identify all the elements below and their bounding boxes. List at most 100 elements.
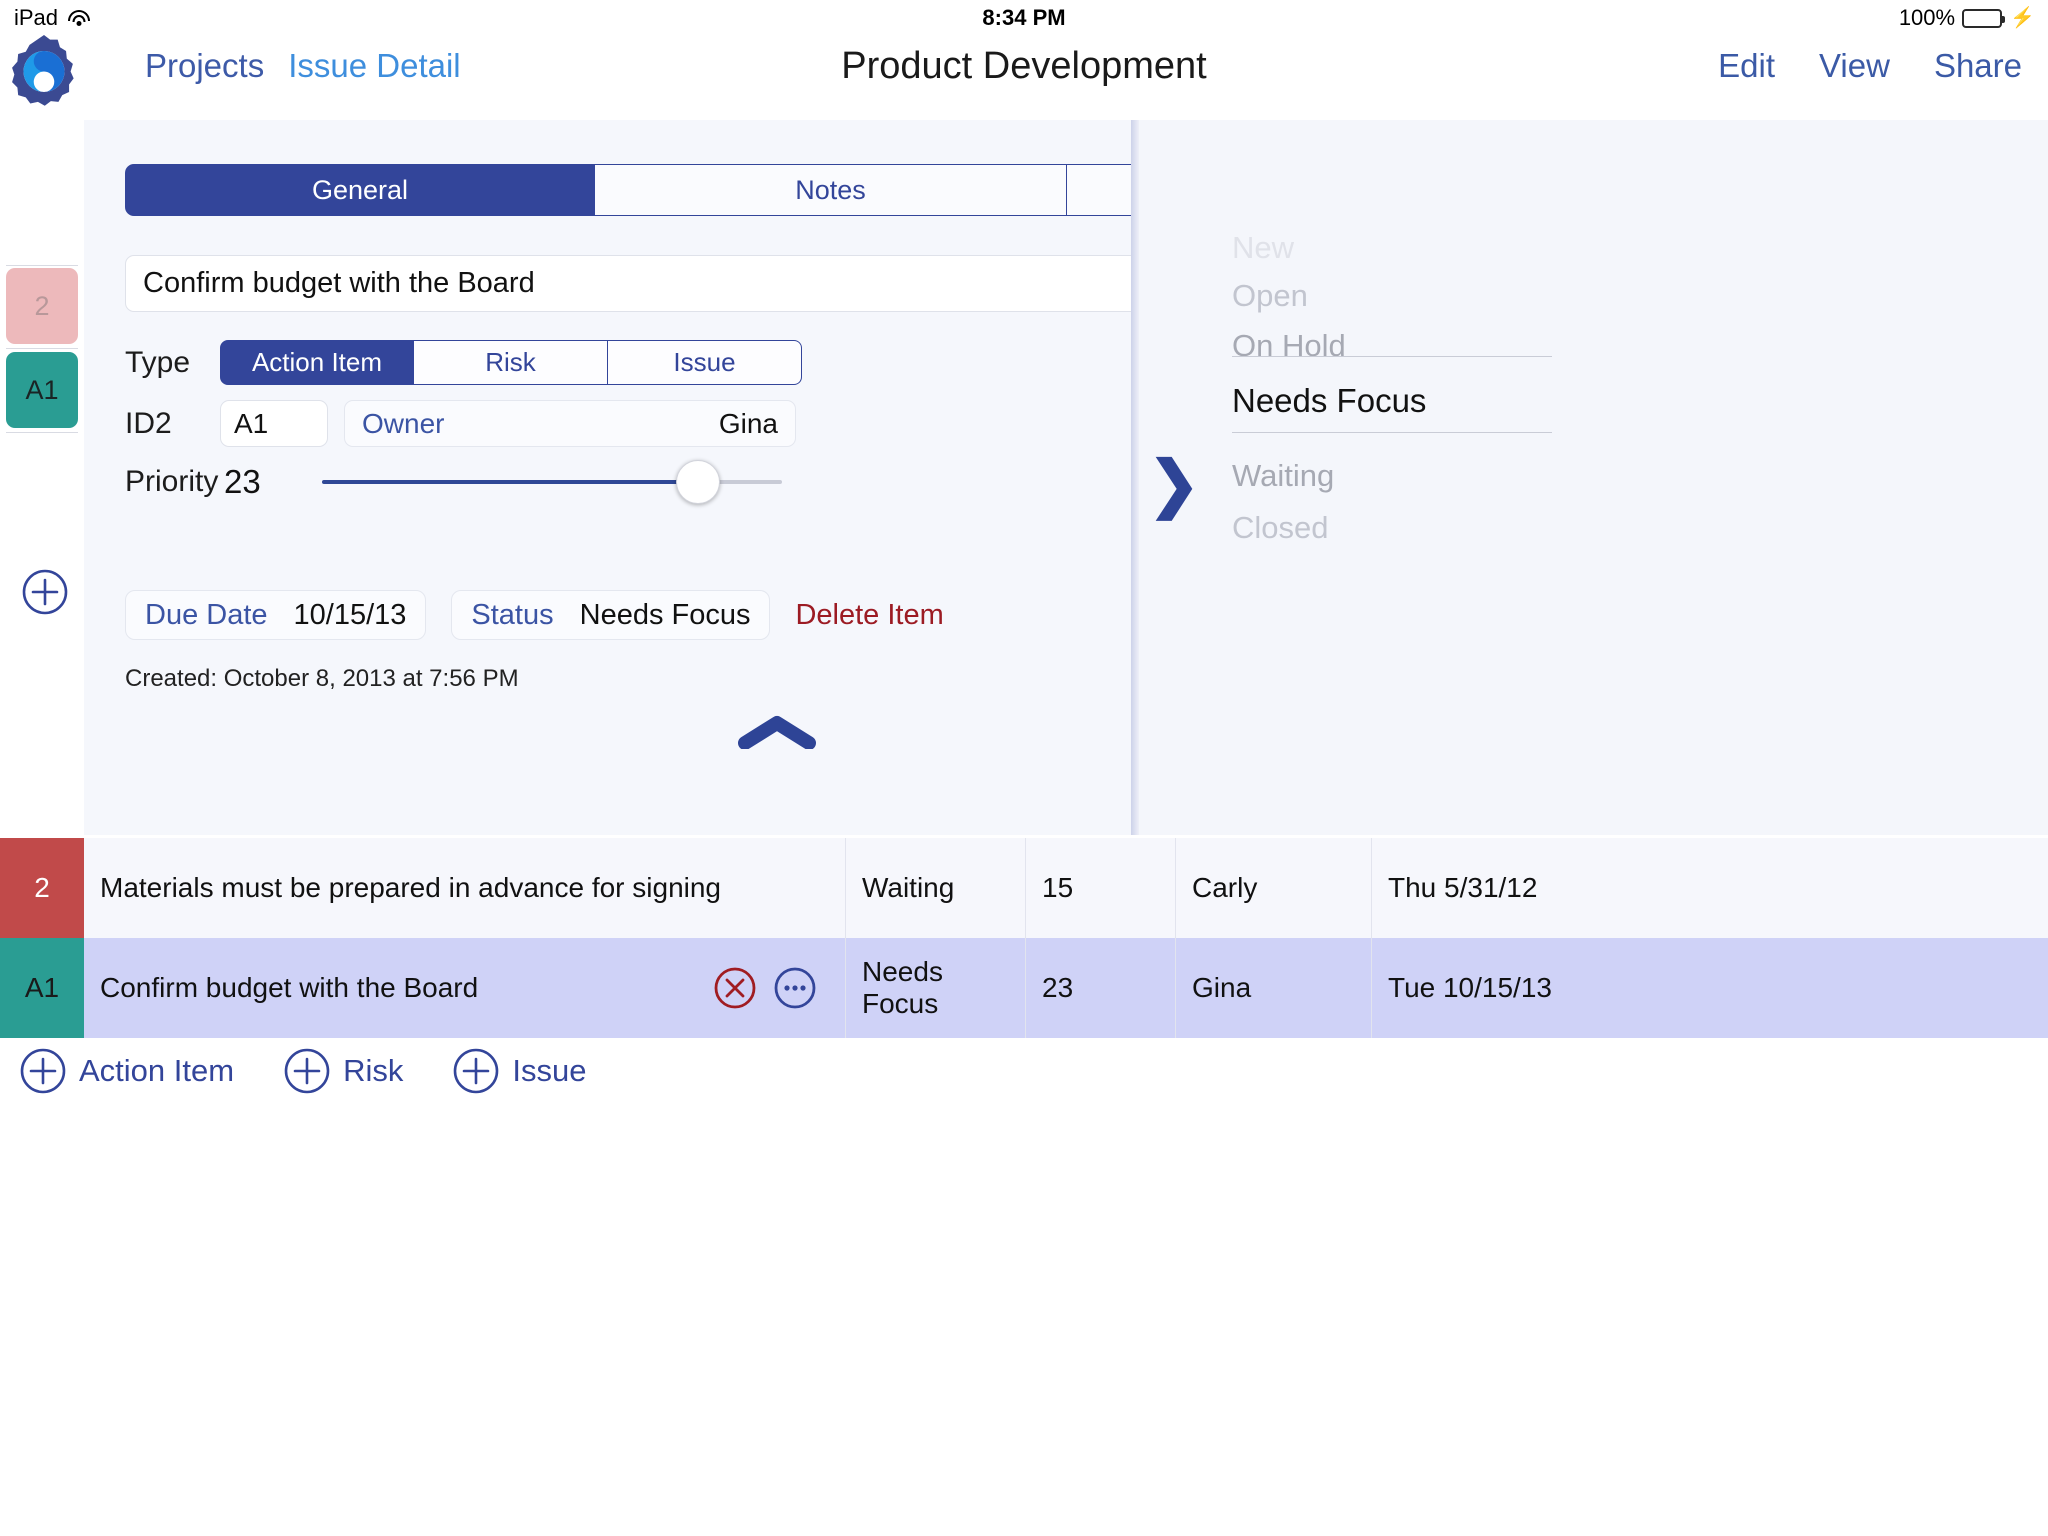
id2-input[interactable]: A1: [220, 400, 328, 447]
status-option-label: New: [1232, 230, 1295, 265]
priority-label: Priority: [125, 465, 219, 498]
nav-actions: Edit View Share: [1718, 47, 2022, 85]
type-option-label: Action Item: [251, 347, 383, 377]
row-title: Confirm budget with the Board: [100, 972, 479, 1003]
row-date: Tue 10/15/13: [1388, 972, 1552, 1003]
issue-title-value: Confirm budget with the Board: [143, 267, 535, 299]
priority-value: 23: [224, 463, 261, 500]
due-date-field[interactable]: Due Date 10/15/13: [125, 590, 427, 640]
row-owner: Carly: [1192, 872, 1258, 903]
add-action-item-button[interactable]: Action Item: [20, 1048, 234, 1094]
due-date-value: 10/15/13: [293, 598, 407, 631]
tab-general-label: General: [311, 174, 409, 205]
add-item-bar: Action Item Risk Issue: [20, 1048, 586, 1094]
slider-thumb[interactable]: [675, 460, 720, 504]
status-option-on-hold[interactable]: On Hold: [1232, 328, 1552, 364]
chevron-up-handle-icon[interactable]: [737, 715, 817, 749]
type-option-issue[interactable]: Issue: [608, 340, 802, 385]
battery-percent-label: 100%: [1898, 5, 1956, 30]
type-option-risk[interactable]: Risk: [414, 340, 608, 385]
status-option-new[interactable]: New: [1232, 230, 1552, 266]
table-row[interactable]: 2 Materials must be prepared in advance …: [0, 838, 2048, 938]
row-title-cell: Materials must be prepared in advance fo…: [84, 838, 846, 938]
owner-label: Owner: [362, 407, 445, 439]
status-option-label: Closed: [1232, 510, 1329, 545]
row-badge-label: 2: [34, 872, 50, 903]
status-bar-right: 100% ⚡: [1899, 5, 2035, 31]
row-date-cell: Thu 5/31/12: [1372, 838, 2048, 938]
row-priority: 23: [1042, 972, 1074, 1003]
issue-title-input[interactable]: Confirm budget with the Board: [125, 255, 1132, 312]
item-rail: 2 A1: [0, 120, 84, 835]
status-option-needs-focus[interactable]: Needs Focus: [1232, 382, 1552, 420]
status-bar-time: 8:34 PM: [982, 5, 1066, 30]
add-action-item-label: Action Item: [79, 1053, 235, 1088]
ipad-screen: iPad 8:34 PM 100% ⚡ Projects Issue Detai…: [0, 0, 2048, 1536]
add-issue-button[interactable]: Issue: [453, 1048, 586, 1094]
edit-button[interactable]: Edit: [1718, 47, 1775, 85]
status-option-waiting[interactable]: Waiting: [1232, 458, 1552, 494]
type-segmented-control: Action Item Risk Issue: [220, 340, 802, 385]
rail-badge: 2: [6, 268, 78, 344]
row-action-buttons: [713, 966, 817, 1010]
row-priority-cell: 15: [1026, 838, 1176, 938]
rail-badge: A1: [6, 352, 78, 428]
picker-divider-bottom: [1232, 432, 1552, 433]
plus-circle-icon: [454, 1048, 499, 1094]
row-status-cell: Needs Focus: [846, 938, 1026, 1038]
share-button[interactable]: Share: [1934, 47, 2022, 85]
type-row: Type Action Item Risk Issue: [125, 340, 802, 385]
type-option-label: Issue: [673, 347, 736, 377]
tab-notes-label: Notes: [795, 174, 866, 205]
row-title-cell: Confirm budget with the Board: [84, 938, 846, 1038]
status-field[interactable]: Status Needs Focus: [451, 590, 771, 640]
type-option-label: Risk: [485, 347, 536, 377]
detail-tabbar: General Notes: [125, 164, 1132, 216]
row-owner-cell: Gina: [1176, 938, 1372, 1038]
priority-row: Priority 23: [125, 460, 825, 504]
chevron-right-icon[interactable]: ❯: [1148, 454, 1200, 516]
row-owner-cell: Carly: [1176, 838, 1372, 938]
plus-circle-icon[interactable]: [22, 569, 68, 615]
rail-item-2[interactable]: 2: [6, 268, 78, 344]
status-option-label: On Hold: [1232, 328, 1346, 363]
rail-item-a1[interactable]: A1: [6, 352, 78, 428]
status-option-closed[interactable]: Closed: [1232, 510, 1552, 546]
row-priority-cell: 23: [1026, 938, 1176, 1038]
table-row[interactable]: A1 Confirm budget with the Board Needs F…: [0, 938, 2048, 1038]
owner-field[interactable]: Owner Gina: [344, 400, 796, 447]
row-badge-label: A1: [24, 972, 60, 1003]
owner-value: Gina: [718, 407, 778, 439]
row-status-cell: Waiting: [846, 838, 1026, 938]
row-badge: 2: [0, 838, 84, 938]
id2-value: A1: [234, 407, 269, 439]
status-picker-overlay: ❯ New Open On Hold Needs Focus Waiting C…: [1131, 120, 2048, 835]
priority-slider[interactable]: [322, 460, 782, 504]
battery-full-icon: [1962, 8, 2006, 28]
id-owner-row: ID2 A1 Owner Gina: [125, 400, 796, 447]
meta-row: Due Date 10/15/13 Status Needs Focus Del…: [125, 590, 944, 640]
tab-notes[interactable]: Notes: [595, 164, 1067, 216]
x-circle-icon[interactable]: [713, 966, 757, 1010]
status-picker-wheel[interactable]: New Open On Hold Needs Focus Waiting Clo…: [1232, 120, 1552, 835]
plus-circle-icon: [284, 1048, 330, 1094]
ellipsis-circle-icon[interactable]: [773, 966, 817, 1010]
add-risk-label: Risk: [343, 1053, 404, 1088]
id2-label: ID2: [125, 406, 172, 440]
tab-third[interactable]: [1067, 164, 1132, 216]
lightning-bolt-icon: ⚡: [2010, 7, 2035, 29]
status-option-label: Open: [1232, 278, 1308, 313]
row-status: Waiting: [862, 872, 955, 903]
add-risk-button[interactable]: Risk: [284, 1048, 403, 1094]
view-button[interactable]: View: [1819, 47, 1890, 85]
row-badge: A1: [0, 938, 84, 1038]
status-label: Status: [471, 598, 554, 631]
delete-item-button[interactable]: Delete Item: [795, 599, 943, 632]
row-status: Needs Focus: [862, 956, 943, 1019]
type-option-action-item[interactable]: Action Item: [220, 340, 414, 385]
row-priority: 15: [1042, 872, 1074, 903]
status-option-open[interactable]: Open: [1232, 278, 1552, 314]
status-option-label: Waiting: [1232, 458, 1335, 493]
row-date: Thu 5/31/12: [1388, 872, 1538, 903]
tab-general[interactable]: General: [125, 164, 595, 216]
